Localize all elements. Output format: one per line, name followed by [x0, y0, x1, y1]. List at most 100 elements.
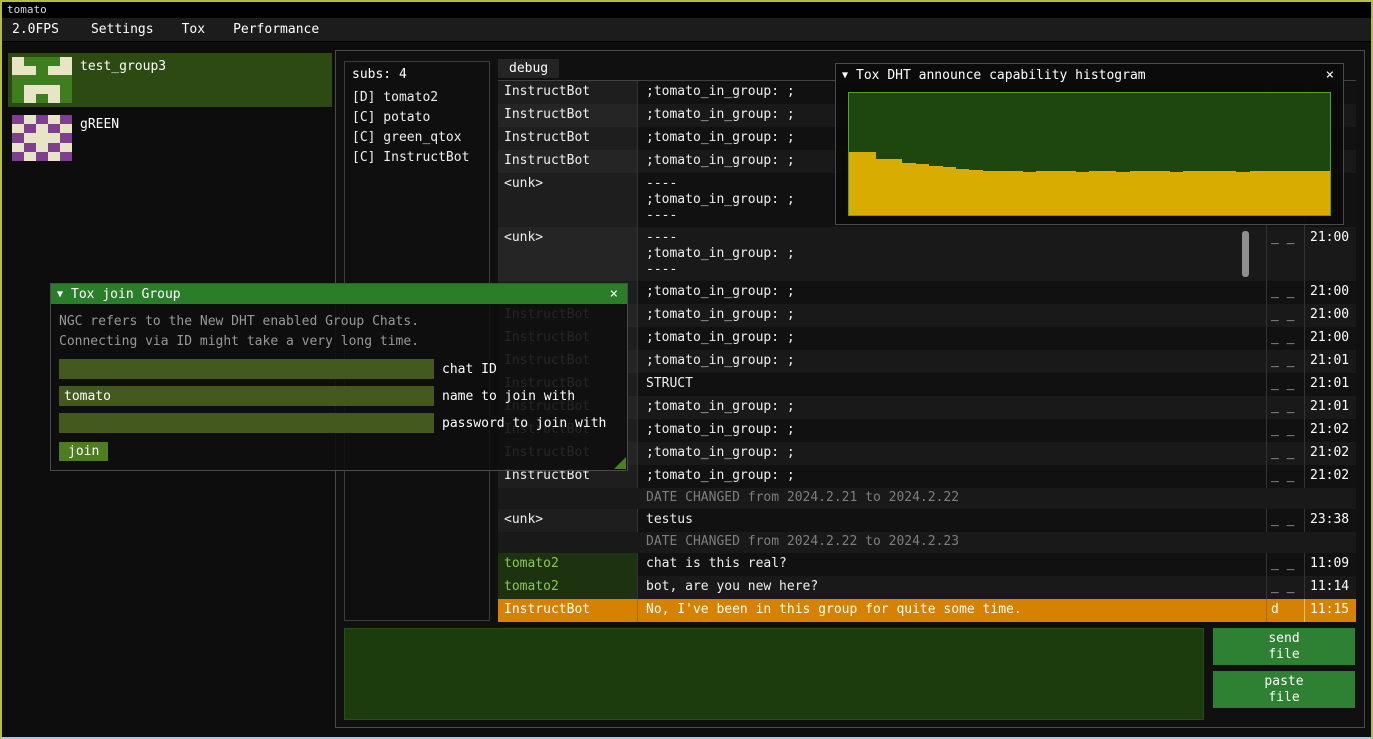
- window-titlebar: tomato: [2, 2, 1371, 18]
- message-text: testus: [638, 509, 1266, 532]
- histogram-bar: [1223, 171, 1236, 215]
- histogram-bar: [916, 164, 929, 215]
- message-text: ;tomato_in_group: ;: [638, 396, 1266, 419]
- message-time: 21:02: [1304, 419, 1356, 442]
- message-text: ;tomato_in_group: ;: [638, 281, 1266, 304]
- sender-name: InstructBot: [498, 150, 638, 173]
- message-time: 11:15: [1304, 599, 1356, 622]
- sender-name: <unk>: [498, 173, 638, 227]
- histogram-bar: [1049, 171, 1062, 215]
- message-time: [1304, 488, 1356, 509]
- message-time: 21:00: [1304, 227, 1356, 281]
- sender-name: [498, 488, 638, 509]
- dht-histogram-titlebar[interactable]: ▼ Tox DHT announce capability histogram …: [836, 64, 1343, 86]
- sender-name: <unk>: [498, 227, 638, 281]
- message-time: 21:01: [1304, 373, 1356, 396]
- member-item[interactable]: [C] potato: [345, 108, 489, 128]
- sender-name: InstructBot: [498, 127, 638, 150]
- group-name: gREEN: [80, 115, 119, 161]
- close-icon[interactable]: ×: [1323, 67, 1337, 83]
- chat-id-field[interactable]: [59, 359, 434, 379]
- message-flags: _ _: [1266, 327, 1304, 350]
- histogram-bar: [1130, 171, 1143, 215]
- histogram-bar: [1170, 172, 1183, 215]
- message-text: ;tomato_in_group: ;: [638, 442, 1266, 465]
- join-password-label: password to join with: [442, 416, 606, 431]
- histogram-bar: [849, 152, 862, 215]
- join-name-field[interactable]: [59, 386, 434, 406]
- join-password-field[interactable]: [59, 413, 434, 433]
- tab-debug[interactable]: debug: [498, 59, 559, 78]
- menu-item-settings[interactable]: Settings: [77, 22, 168, 37]
- histogram-bar: [1263, 171, 1276, 215]
- sender-name: <unk>: [498, 509, 638, 532]
- histogram-bar: [862, 152, 875, 215]
- collapse-arrow-icon[interactable]: ▼: [842, 70, 848, 81]
- message-text: ---- ;tomato_in_group: ; ----: [638, 227, 1266, 281]
- histogram-bar: [1023, 172, 1036, 215]
- join-info-line: Connecting via ID might take a very long…: [59, 332, 619, 352]
- window-title: tomato: [7, 3, 47, 16]
- message-input[interactable]: [345, 629, 1203, 719]
- histogram-bar: [1063, 171, 1076, 215]
- chat-message-row[interactable]: tomato2chat is this real?_ _11:09: [498, 553, 1356, 576]
- close-icon[interactable]: ×: [607, 286, 621, 302]
- join-info-line: NGC refers to the New DHT enabled Group …: [59, 312, 619, 332]
- message-text: ;tomato_in_group: ;: [638, 327, 1266, 350]
- message-text: ;tomato_in_group: ;: [638, 465, 1266, 488]
- histogram-bar: [1103, 171, 1116, 215]
- message-flags: [1266, 532, 1304, 553]
- chat-message-row[interactable]: InstructBotNo, I've been in this group f…: [498, 599, 1356, 622]
- chat-message-row[interactable]: <unk>---- ;tomato_in_group: ; ----_ _21:…: [498, 227, 1356, 281]
- chat-message-row[interactable]: <unk>testus_ _23:38: [498, 509, 1356, 532]
- message-text: ;tomato_in_group: ;: [638, 350, 1266, 373]
- date-separator-row[interactable]: DATE CHANGED from 2024.2.22 to 2024.2.23: [498, 532, 1356, 553]
- sidebar-group-gREEN[interactable]: gREEN: [8, 111, 332, 165]
- menubar: 2.0FPS SettingsToxPerformance: [2, 18, 1371, 42]
- message-flags: _ _: [1266, 373, 1304, 396]
- member-item[interactable]: [C] InstructBot: [345, 148, 489, 168]
- chat-scrollbar-thumb[interactable]: [1242, 231, 1249, 277]
- message-time: 23:38: [1304, 509, 1356, 532]
- message-text: ;tomato_in_group: ;: [638, 419, 1266, 442]
- histogram-bar: [1089, 171, 1102, 215]
- join-group-title: Tox join Group: [71, 287, 181, 302]
- message-flags: _ _: [1266, 227, 1304, 281]
- message-flags: _ _: [1266, 553, 1304, 576]
- histogram-bar: [1036, 171, 1049, 215]
- histogram-bar: [943, 167, 956, 215]
- date-separator-row[interactable]: DATE CHANGED from 2024.2.21 to 2024.2.22: [498, 488, 1356, 509]
- sidebar-group-test_group3[interactable]: test_group3: [8, 53, 332, 107]
- message-flags: d: [1266, 599, 1304, 622]
- message-time: 11:14: [1304, 576, 1356, 599]
- menu-item-performance[interactable]: Performance: [219, 22, 333, 37]
- message-flags: _ _: [1266, 465, 1304, 488]
- histogram-bar: [1290, 171, 1303, 215]
- message-time: 11:09: [1304, 553, 1356, 576]
- sender-name: tomato2: [498, 553, 638, 576]
- menu-item-tox[interactable]: Tox: [168, 22, 219, 37]
- sender-name: InstructBot: [498, 104, 638, 127]
- fps-counter: 2.0FPS: [2, 22, 77, 37]
- member-item[interactable]: [D] tomato2: [345, 88, 489, 108]
- sender-name: tomato2: [498, 576, 638, 599]
- join-group-body: NGC refers to the New DHT enabled Group …: [51, 304, 627, 469]
- message-composer: [344, 628, 1204, 720]
- dht-histogram-plot: [848, 92, 1331, 216]
- message-text: DATE CHANGED from 2024.2.22 to 2024.2.23: [638, 532, 1266, 553]
- chat-message-row[interactable]: tomato2bot, are you new here?_ _11:14: [498, 576, 1356, 599]
- paste-file-button[interactable]: paste file: [1213, 671, 1355, 708]
- join-button[interactable]: join: [59, 442, 108, 461]
- dht-histogram-title: Tox DHT announce capability histogram: [856, 68, 1146, 83]
- member-item[interactable]: [C] green_qtox: [345, 128, 489, 148]
- message-flags: _ _: [1266, 419, 1304, 442]
- resize-grip[interactable]: [614, 457, 626, 469]
- join-group-titlebar[interactable]: ▼ Tox join Group ×: [51, 284, 627, 304]
- dht-histogram-window: ▼ Tox DHT announce capability histogram …: [835, 63, 1344, 225]
- histogram-bar: [1277, 171, 1290, 215]
- histogram-bar: [929, 166, 942, 215]
- sender-name: [498, 532, 638, 553]
- histogram-bar: [956, 169, 969, 215]
- send-file-button[interactable]: send file: [1213, 628, 1355, 665]
- collapse-arrow-icon[interactable]: ▼: [57, 289, 63, 300]
